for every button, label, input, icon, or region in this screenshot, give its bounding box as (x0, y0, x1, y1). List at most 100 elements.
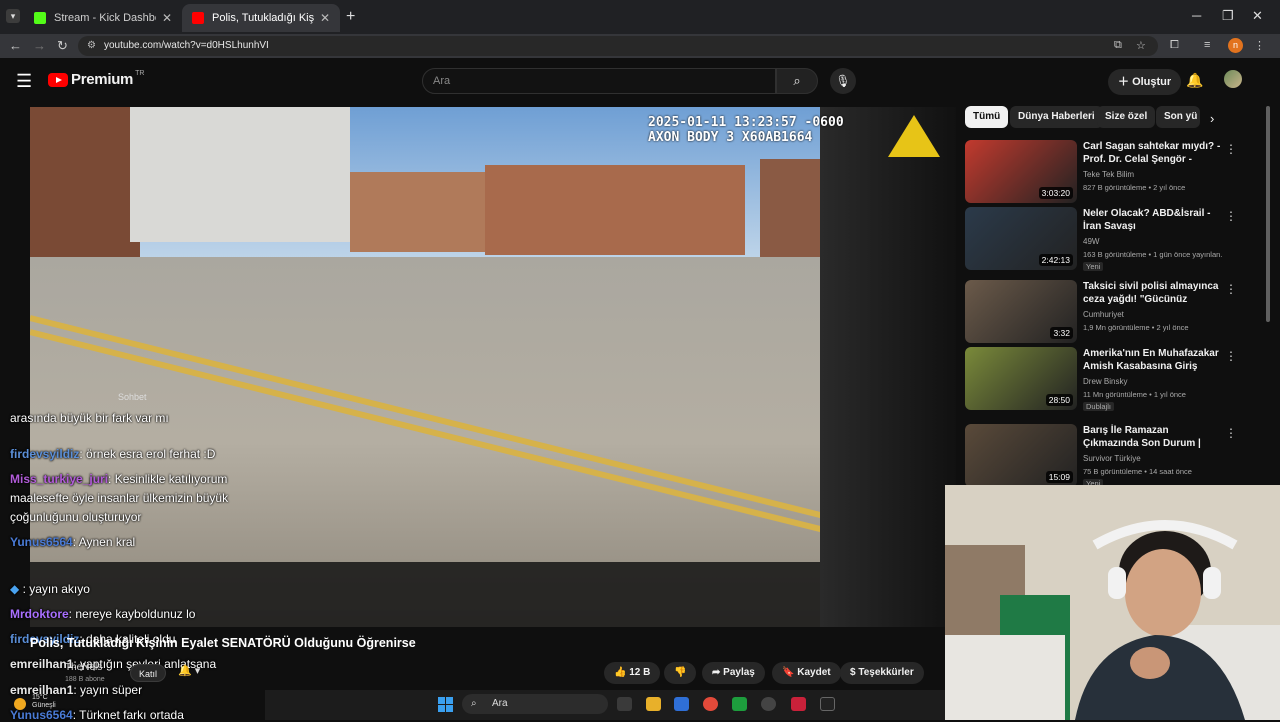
minimize-icon[interactable]: ─ (1192, 8, 1201, 23)
video-building (350, 172, 490, 252)
microphone-icon[interactable]: 🎙 (830, 68, 856, 94)
task-view-icon[interactable] (617, 697, 632, 711)
taskbar-search[interactable]: ⌕ Ara (462, 694, 608, 714)
close-window-icon[interactable]: ✕ (1252, 8, 1263, 24)
chat-username[interactable]: Mrdoktore (10, 607, 69, 621)
chat-text: : Aynen kral (72, 535, 136, 549)
save-button[interactable]: 🔖 Kaydet (772, 662, 841, 684)
maximize-icon[interactable]: ❐ (1222, 8, 1234, 24)
recommendation-channel[interactable]: Teke Tek Bilim (1083, 170, 1134, 179)
more-options-icon[interactable]: ⋮ (1225, 426, 1237, 440)
youtube-logo[interactable]: Premium TR (48, 70, 144, 88)
more-options-icon[interactable]: ⋮ (1225, 282, 1237, 296)
channel-name[interactable]: TheNels (65, 662, 102, 673)
recommendation-title[interactable]: Taksici sivil polisi almayınca ceza yağd… (1083, 280, 1223, 307)
recommendation-title[interactable]: Carl Sagan sahtekar mıydı? - Prof. Dr. C… (1083, 140, 1223, 167)
more-options-icon[interactable]: ⋮ (1225, 209, 1237, 223)
search-icon[interactable]: ⌕ (776, 68, 818, 94)
recommendation-item[interactable]: 28:50 Amerika'nın En Muhafazakar Amish Ka… (965, 347, 1265, 411)
browser-profile-avatar[interactable]: n (1228, 38, 1243, 53)
recommendation-item[interactable]: 15:09 Barış İle Ramazan Çıkmazında Son Du… (965, 424, 1265, 488)
xbox-icon[interactable] (732, 697, 747, 711)
browser-menu-icon[interactable]: ⋮ (1254, 39, 1265, 52)
reload-icon[interactable]: ↻ (57, 38, 68, 54)
recommendation-title[interactable]: Neler Olacak? ABD&İsrail - İran Savaşı (1083, 207, 1223, 233)
user-avatar[interactable] (1224, 70, 1242, 88)
close-tab-icon[interactable]: ✕ (320, 11, 330, 25)
bookmark-star-icon[interactable]: ☆ (1136, 39, 1146, 52)
notifications-icon[interactable]: 🔔 (1186, 72, 1203, 89)
media-icon[interactable]: ≡ (1204, 39, 1210, 51)
close-tab-icon[interactable]: ✕ (162, 11, 172, 25)
weather-widget[interactable]: 15°C Güneşli (32, 694, 56, 710)
back-icon[interactable]: ← (9, 38, 22, 53)
chat-text: çoğunluğunu oluşturuyor (10, 510, 142, 524)
recommendation-meta: 75 B görüntüleme • 14 saat önce (1083, 467, 1192, 476)
recommendation-title[interactable]: Barış İle Ramazan Çıkmazında Son Durum |… (1083, 424, 1223, 451)
axon-logo-icon (888, 115, 940, 157)
chip-recent[interactable]: Son yü (1156, 106, 1200, 128)
recommendation-item[interactable]: 3:32 Taksici sivil polisi almayınca ceza … (965, 280, 1265, 344)
recommendation-channel[interactable]: Survivor Türkiye (1083, 454, 1141, 463)
chat-username[interactable]: Yunus6564 (10, 535, 73, 549)
obs-icon[interactable] (761, 697, 776, 711)
video-thumbnail[interactable]: 3:03:20 (965, 140, 1077, 203)
video-thumbnail[interactable]: 2:42:13 (965, 207, 1077, 270)
chip-all[interactable]: Tümü (965, 106, 1009, 128)
chat-message: emreilhan1: yayın süper (10, 683, 142, 697)
thanks-button[interactable]: $ Teşekkürler (840, 662, 924, 684)
join-button[interactable]: Katıl (130, 664, 167, 682)
video-thumbnail[interactable]: 15:09 (965, 424, 1077, 487)
create-button[interactable]: ＋ Oluştur (1108, 69, 1182, 95)
browser-tab-bar: ▾ Stream - Kick Dashboard ✕ Polis, Tutuk… (0, 0, 1280, 34)
chat-message: Yunus6564: Aynen kral (10, 535, 135, 549)
chat-badge-icon: ◆ (10, 582, 23, 596)
store-icon[interactable] (674, 697, 689, 711)
chip-for-you[interactable]: Size özel (1097, 106, 1156, 128)
chat-username[interactable]: Miss_turkiye_juri (10, 472, 108, 486)
recommendation-title[interactable]: Amerika'nın En Muhafazakar Amish Kasabas… (1083, 347, 1223, 373)
recommendation-meta: 163 B görüntüleme • 1 gün önce yayınlan.… (1083, 250, 1223, 259)
chevron-right-icon[interactable]: › (1210, 111, 1214, 126)
capcut-icon[interactable] (820, 697, 835, 711)
video-player[interactable]: 2025-01-11 13:23:57 -0600 AXON BODY 3 X6… (30, 107, 956, 627)
app-icon[interactable] (791, 697, 806, 711)
like-button[interactable]: 👍 12 B (604, 662, 661, 684)
chip-world-news[interactable]: Dünya Haberleri (1010, 106, 1103, 128)
dislike-button[interactable]: 👎 (664, 662, 697, 684)
install-icon[interactable]: ⧉ (1114, 39, 1122, 52)
recommendation-item[interactable]: 2:42:13 Neler Olacak? ABD&İsrail - İran S… (965, 207, 1265, 271)
recommendation-channel[interactable]: Cumhuriyet (1083, 310, 1124, 319)
chrome-icon[interactable] (703, 697, 718, 711)
tab-kick-dashboard[interactable]: Stream - Kick Dashboard ✕ (24, 4, 182, 32)
recommendation-meta: 11 Mn görüntüleme • 1 yıl önce (1083, 390, 1186, 399)
recommendation-channel[interactable]: Drew Binsky (1083, 377, 1127, 386)
site-info-icon[interactable]: ⚙ (87, 36, 96, 56)
video-duration: 3:32 (1050, 327, 1073, 339)
search-input[interactable]: Ara (422, 68, 776, 94)
windows-start-icon[interactable] (438, 697, 453, 712)
forward-icon[interactable]: → (33, 38, 46, 53)
create-label: Oluştur (1132, 76, 1172, 88)
video-thumbnail[interactable]: 28:50 (965, 347, 1077, 410)
more-options-icon[interactable]: ⋮ (1225, 349, 1237, 363)
menu-icon[interactable]: ☰ (16, 71, 32, 92)
extensions-icon[interactable]: ⧠ (1170, 39, 1179, 52)
address-bar[interactable]: ⚙ youtube.com/watch?v=d0HSLhunhVI (78, 36, 1158, 56)
thanks-label: Teşekkürler (858, 667, 914, 678)
subscribe-bell-icon[interactable]: 🔔 ▾ (178, 664, 200, 677)
recommendation-item[interactable]: 3:03:20 Carl Sagan sahtekar mıydı? - Prof… (965, 140, 1265, 204)
video-thumbnail[interactable]: 3:32 (965, 280, 1077, 343)
file-explorer-icon[interactable] (646, 697, 661, 711)
share-button[interactable]: ➦ Paylaş (702, 662, 765, 684)
sidebar-scrollbar[interactable] (1266, 106, 1270, 322)
chat-username[interactable]: firdevsyildiz (10, 447, 79, 461)
chat-username[interactable]: emreilhan1 (10, 657, 73, 671)
video-building (30, 107, 140, 257)
more-options-icon[interactable]: ⋮ (1225, 142, 1237, 156)
new-tab-button[interactable]: + (346, 8, 355, 26)
recommendation-channel[interactable]: 49W (1083, 237, 1099, 246)
tab-search-icon[interactable]: ▾ (6, 9, 20, 23)
share-label: Paylaş (723, 667, 755, 678)
tab-youtube-video[interactable]: Polis, Tutukladığı Kişinin Eya ✕ (182, 4, 340, 32)
